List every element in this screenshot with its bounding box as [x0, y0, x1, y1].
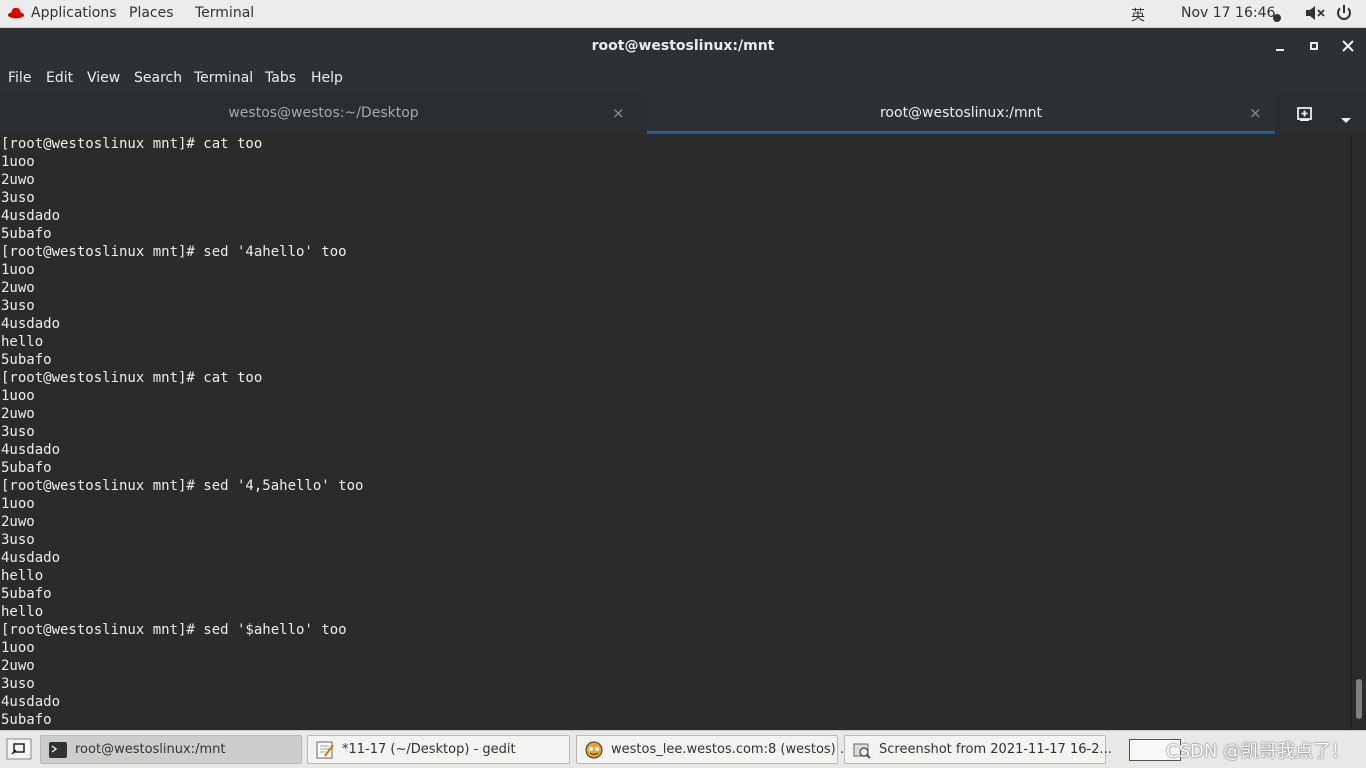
terminal-line: 2uwo: [1, 406, 35, 422]
terminal-line: 4usdado: [1, 550, 61, 566]
terminal-line: [root@westoslinux mnt]# sed '$ahello' to…: [1, 622, 347, 638]
task-label: *11-17 (~/Desktop) - gedit: [342, 742, 516, 757]
bottom-taskbar: root@westoslinux:/mnt *11-17 (~/Desktop)…: [0, 730, 1366, 768]
terminal-line: 4usdado: [1, 316, 61, 332]
terminal-line: 5ubafo: [1, 460, 52, 476]
task-terminal[interactable]: root@westoslinux:/mnt: [40, 735, 302, 764]
terminal-line: 1uoo: [1, 496, 35, 512]
gedit-icon: [316, 741, 334, 759]
power-icon[interactable]: [1335, 4, 1353, 26]
terminal-line: 1uoo: [1, 640, 35, 656]
maximize-button[interactable]: [1306, 38, 1322, 54]
volume-muted-icon[interactable]: [1305, 4, 1325, 26]
scrollbar[interactable]: [1351, 134, 1366, 730]
terminal-line: 5ubafo: [1, 352, 52, 368]
notification-dot-icon: [1273, 10, 1281, 26]
terminal-line: 4usdado: [1, 208, 61, 224]
terminal-line: 5ubafo: [1, 586, 52, 602]
terminal-icon: [49, 741, 67, 759]
window-title: root@westoslinux:/mnt: [591, 38, 775, 54]
menu-view[interactable]: View: [87, 70, 120, 86]
task-label: Screenshot from 2021-11-17 16-2...: [879, 742, 1112, 757]
scrollbar-thumb[interactable]: [1356, 679, 1362, 719]
terminal-line: 2uwo: [1, 280, 35, 296]
tab-close-icon[interactable]: ×: [612, 104, 625, 122]
terminal-app-menu[interactable]: Terminal: [195, 5, 254, 21]
redhat-logo-icon[interactable]: [7, 4, 25, 26]
terminal-output[interactable]: [root@westoslinux mnt]# cat too 1uoo 2uwo 3…: [0, 134, 1366, 730]
vnc-viewer-icon: [585, 741, 603, 759]
terminal-line: 5ubafo: [1, 712, 52, 728]
tab-westos-desktop[interactable]: westos@westos:~/Desktop ×: [0, 94, 647, 134]
terminal-line: 3uso: [1, 298, 35, 314]
tab-label: westos@westos:~/Desktop: [228, 105, 419, 121]
terminal-line: 3uso: [1, 676, 35, 692]
menu-tabs[interactable]: Tabs: [265, 70, 296, 86]
terminal-line: [root@westoslinux mnt]# cat too: [1, 370, 263, 386]
clock[interactable]: Nov 17 16:46: [1181, 5, 1275, 21]
terminal-line: 2uwo: [1, 172, 35, 188]
terminal-line: 2uwo: [1, 658, 35, 674]
places-menu[interactable]: Places: [129, 5, 174, 21]
window-titlebar[interactable]: root@westoslinux:/mnt: [0, 28, 1366, 64]
tab-label: root@westoslinux:/mnt: [879, 105, 1043, 121]
minimize-button[interactable]: [1272, 38, 1288, 54]
tab-menu-chevron-down-icon[interactable]: [1340, 110, 1352, 129]
terminal-line: [root@westoslinux mnt]# sed '4ahello' to…: [1, 244, 347, 260]
task-vnc[interactable]: westos_lee.westos.com:8 (westos) ...: [576, 735, 852, 764]
show-desktop-icon[interactable]: [6, 738, 32, 764]
terminal-line: 3uso: [1, 190, 35, 206]
terminal-line: 1uoo: [1, 262, 35, 278]
terminal-line: 3uso: [1, 424, 35, 440]
terminal-line: 5ubafo: [1, 226, 52, 242]
terminal-line: [root@westoslinux mnt]# cat too: [1, 136, 263, 152]
terminal-line: hello: [1, 568, 44, 584]
csdn-watermark: CSDN @凯哥我点了！: [1166, 741, 1350, 762]
tab-bar: westos@westos:~/Desktop × root@westoslin…: [0, 94, 1366, 134]
menu-file[interactable]: File: [8, 70, 31, 86]
task-screenshot[interactable]: Screenshot from 2021-11-17 16-2...: [844, 735, 1112, 764]
terminal-line: 3uso: [1, 532, 35, 548]
tab-root-mnt[interactable]: root@westoslinux:/mnt ×: [647, 94, 1275, 134]
terminal-line: hello: [1, 334, 44, 350]
tab-close-icon[interactable]: ×: [1249, 104, 1262, 122]
terminal-line: 2uwo: [1, 514, 35, 530]
task-label: westos_lee.westos.com:8 (westos) ...: [611, 742, 853, 757]
terminal-line: 1uoo: [1, 154, 35, 170]
applications-menu[interactable]: Applications: [31, 5, 117, 21]
new-tab-icon[interactable]: [1296, 105, 1316, 127]
terminal-lines: [root@westoslinux mnt]# cat too 1uoo 2uwo 3…: [1, 135, 363, 729]
input-method-indicator[interactable]: 英: [1131, 5, 1145, 25]
terminal-line: 4usdado: [1, 694, 61, 710]
menu-help[interactable]: Help: [311, 70, 343, 86]
close-button[interactable]: [1340, 38, 1356, 54]
terminal-line: [root@westoslinux mnt]# sed '4,5ahello' …: [1, 478, 364, 494]
top-panel: Applications Places Terminal 英 Nov 17 16…: [0, 0, 1366, 28]
screenshot-icon: [853, 741, 871, 759]
terminal-line: 4usdado: [1, 442, 61, 458]
task-gedit[interactable]: *11-17 (~/Desktop) - gedit: [307, 735, 570, 764]
menu-terminal[interactable]: Terminal: [194, 70, 253, 86]
menu-bar: File Edit View Search Terminal Tabs Help: [0, 64, 1366, 94]
terminal-line: hello: [1, 604, 44, 620]
menu-edit[interactable]: Edit: [46, 70, 73, 86]
menu-search[interactable]: Search: [134, 70, 182, 86]
task-label: root@westoslinux:/mnt: [75, 742, 226, 757]
terminal-line: 1uoo: [1, 388, 35, 404]
